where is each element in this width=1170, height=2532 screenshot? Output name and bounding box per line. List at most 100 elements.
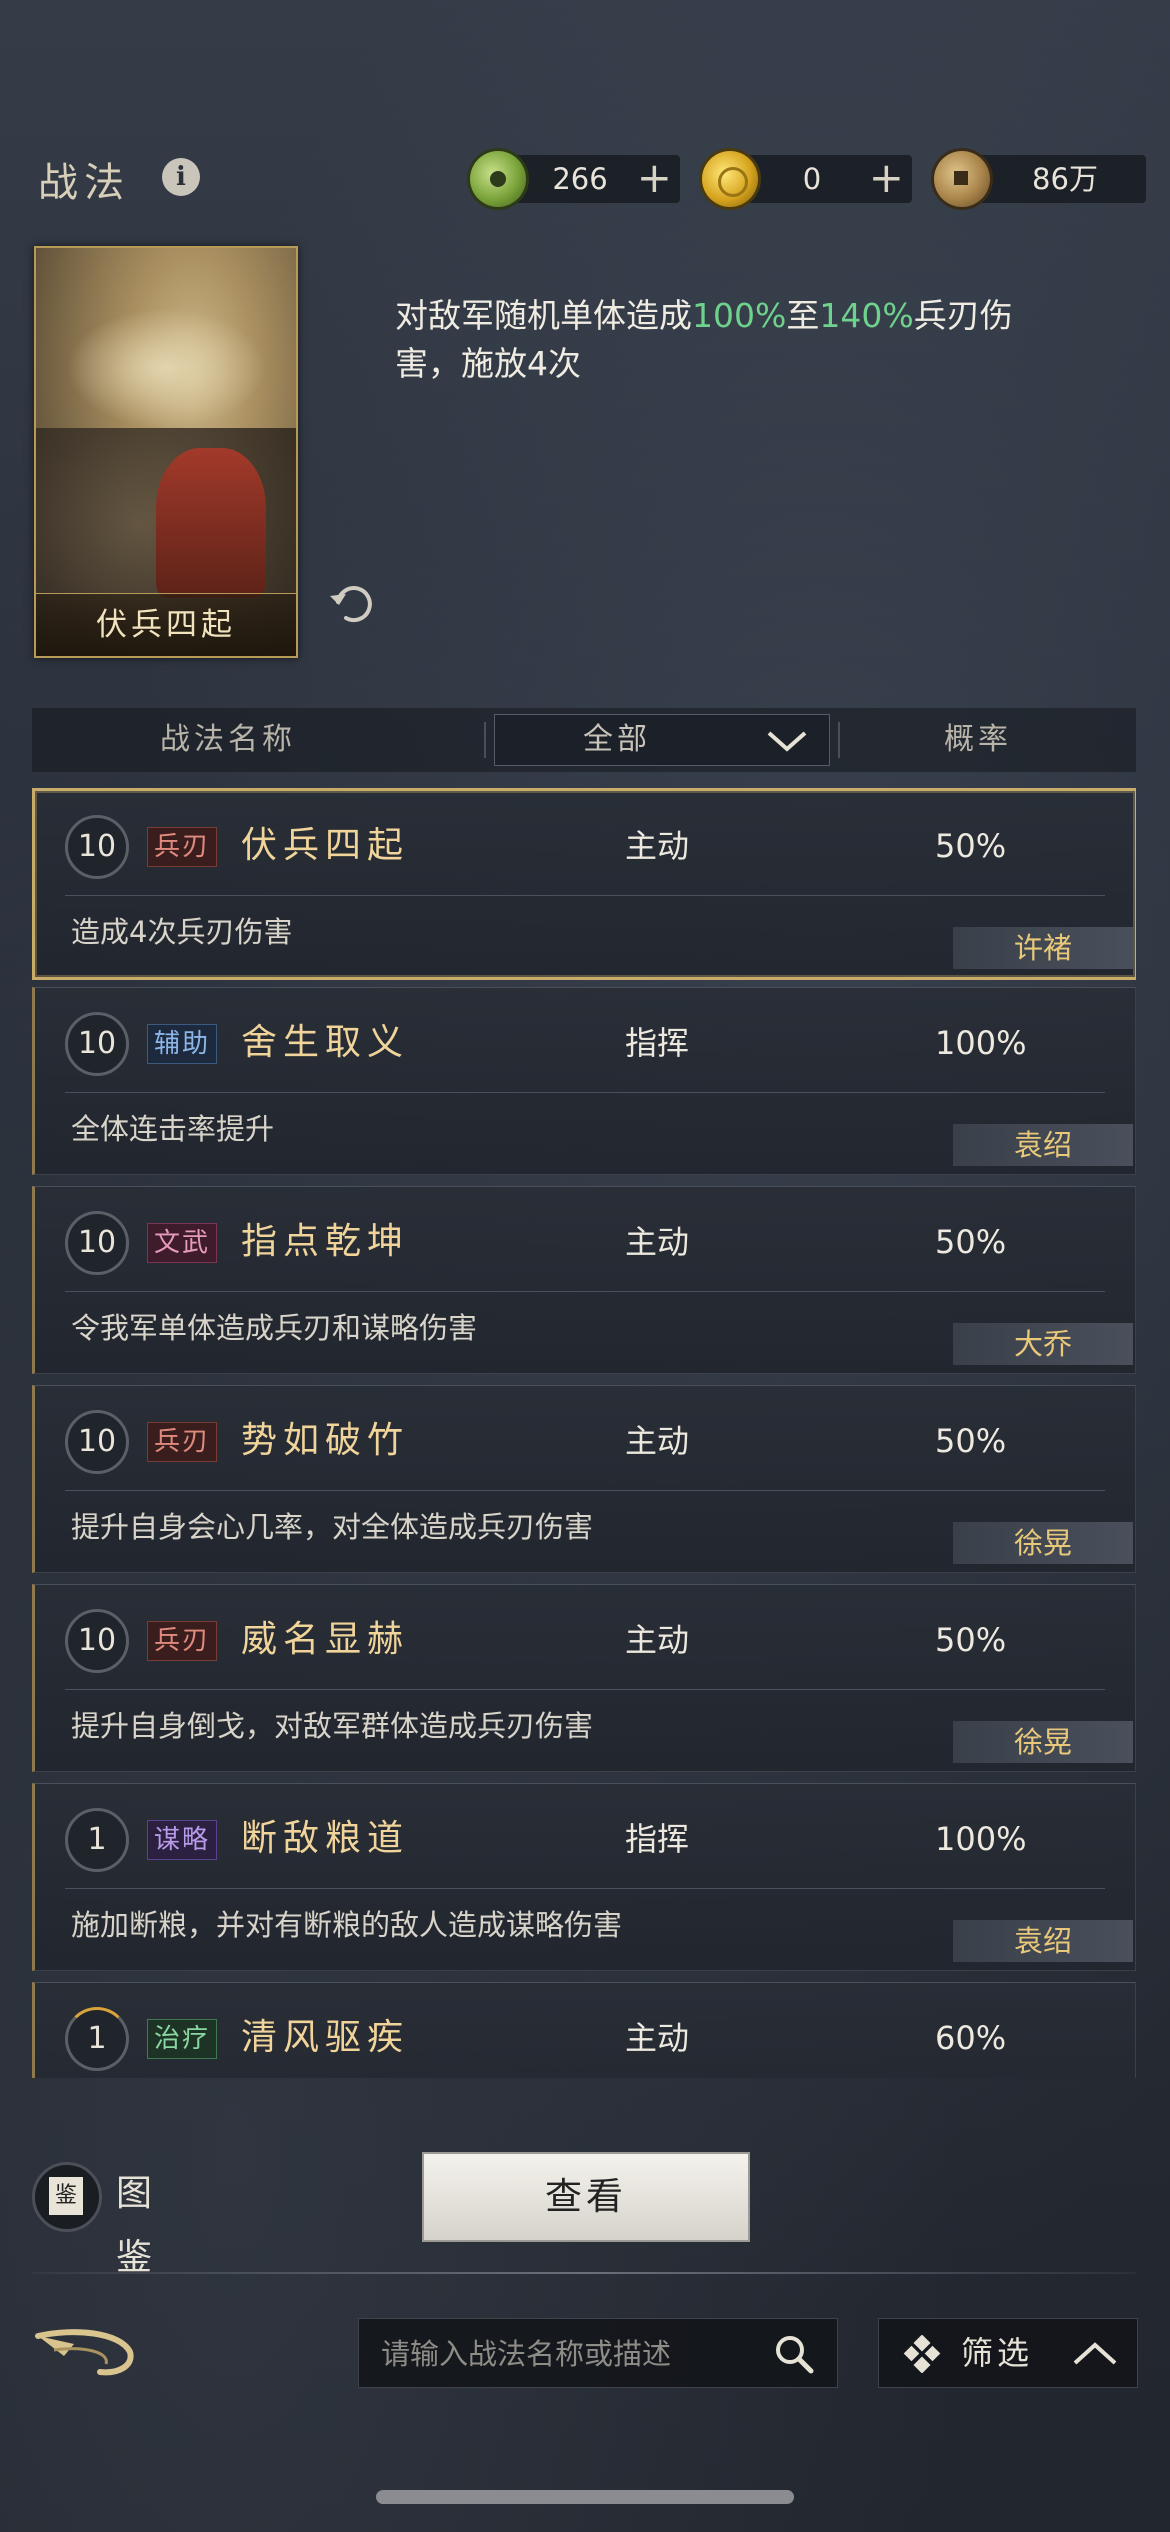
skill-category-tag: 谋略: [147, 1820, 218, 1860]
skill-row[interactable]: 10 兵刃 威名显赫 主动 50% 提升自身倒戈，对敌军群体造成兵刃伤害 徐晃: [32, 1584, 1136, 1772]
skill-short-description: 提升自身会心几率，对全体造成兵刃伤害: [71, 1510, 594, 1544]
resource-copper: 86万: [934, 151, 1146, 207]
skill-probability: 50%: [935, 827, 1007, 865]
card-general-figure: [156, 448, 266, 598]
skill-source-hero: 袁绍: [953, 1920, 1133, 1962]
skill-level-badge: 10: [65, 1410, 129, 1474]
skill-short-description: 全体连击率提升: [71, 1112, 275, 1146]
resource-copper-value: 86万: [1032, 162, 1098, 196]
skill-probability: 100%: [935, 1024, 1027, 1062]
resource-jade-value: 266: [552, 162, 608, 196]
add-jade-button[interactable]: +: [637, 155, 672, 201]
footer-divider: [32, 2272, 1136, 2274]
back-arrow-icon[interactable]: [34, 2322, 140, 2384]
skill-category-tag: 兵刃: [147, 827, 218, 867]
page-title: 战法: [38, 160, 130, 206]
resource-jade: 266 +: [470, 151, 680, 207]
search-box: [358, 2318, 838, 2389]
skill-row[interactable]: 10 兵刃 势如破竹 主动 50% 提升自身会心几率，对全体造成兵刃伤害 徐晃: [32, 1385, 1136, 1573]
home-indicator[interactable]: [376, 2490, 794, 2504]
skill-category-tag: 兵刃: [147, 1422, 218, 1462]
row-divider: [65, 895, 1105, 896]
skill-name: 清风驱疾: [241, 2017, 410, 2058]
skill-probability: 100%: [935, 1820, 1027, 1858]
search-input[interactable]: [379, 2319, 743, 2389]
skill-row[interactable]: 1 治疗 清风驱疾 主动 60%: [32, 1982, 1136, 2078]
skill-row[interactable]: 10 兵刃 伏兵四起 主动 50% 造成4次兵刃伤害 许褚: [32, 788, 1136, 980]
skill-short-description: 提升自身倒戈，对敌军群体造成兵刃伤害: [71, 1709, 594, 1743]
skill-name: 指点乾坤: [241, 1221, 410, 1262]
desc-part: 对敌军随机单体造成: [395, 296, 692, 335]
skill-card-name: 伏兵四起: [36, 593, 296, 656]
row-divider: [65, 1888, 1105, 1889]
skill-type: 主动: [625, 1422, 690, 1460]
skill-source-hero: 大乔: [953, 1323, 1133, 1365]
codex-label: 图鉴: [116, 2173, 161, 2278]
skill-category-tag: 兵刃: [147, 1621, 218, 1661]
reset-icon[interactable]: [326, 578, 378, 630]
skill-row[interactable]: 1 谋略 断敌粮道 指挥 100% 施加断粮，并对有断粮的敌人造成谋略伤害 袁绍: [32, 1783, 1136, 1971]
info-icon[interactable]: i: [162, 158, 200, 196]
desc-part-highlight: 140%: [819, 296, 914, 335]
skill-list[interactable]: 10 兵刃 伏兵四起 主动 50% 造成4次兵刃伤害 许褚 10 辅助 舍生取义 指挥 100% 全体连…: [32, 788, 1136, 2078]
chevron-down-icon: [767, 731, 807, 752]
header-divider: [484, 722, 486, 758]
desc-part-highlight: 100%: [692, 296, 787, 335]
search-icon[interactable]: [773, 2333, 815, 2375]
skill-short-description: 令我军单体造成兵刃和谋略伤害: [71, 1311, 478, 1345]
skill-source-hero: 许褚: [953, 927, 1133, 969]
filter-label: 筛选: [961, 2334, 1034, 2372]
skill-name: 舍生取义: [241, 1022, 410, 1063]
skill-level-badge: 10: [65, 1609, 129, 1673]
codex-icon: 鉴: [32, 2162, 102, 2232]
skill-short-description: 施加断粮，并对有断粮的敌人造成谋略伤害: [71, 1908, 623, 1942]
skill-card: 伏兵四起: [34, 246, 298, 658]
view-button[interactable]: 查看: [422, 2152, 750, 2242]
filter-diamonds-icon: [903, 2335, 941, 2373]
skill-probability: 60%: [935, 2019, 1007, 2057]
header-divider: [838, 722, 840, 758]
skill-short-description: 造成4次兵刃伤害: [71, 915, 293, 949]
skill-probability: 50%: [935, 1223, 1007, 1261]
skill-row[interactable]: 10 辅助 舍生取义 指挥 100% 全体连击率提升 袁绍: [32, 987, 1136, 1175]
skill-level-badge: 10: [65, 1012, 129, 1076]
skill-name: 伏兵四起: [241, 825, 410, 866]
add-gold-button[interactable]: +: [869, 155, 904, 201]
category-filter-dropdown[interactable]: 全部: [494, 714, 830, 766]
chevron-up-icon: [1073, 2342, 1117, 2365]
skill-name: 断敌粮道: [241, 1818, 410, 1859]
skill-source-hero: 袁绍: [953, 1124, 1133, 1166]
copper-coin-icon: [934, 151, 990, 207]
category-filter-value: 全部: [583, 722, 651, 757]
filter-button[interactable]: 筛选: [878, 2318, 1138, 2388]
skill-type: 指挥: [625, 1024, 690, 1062]
skill-probability: 50%: [935, 1621, 1007, 1659]
skill-type: 指挥: [625, 1820, 690, 1858]
skill-source-hero: 徐晃: [953, 1721, 1133, 1763]
resource-gold: 0 +: [702, 151, 912, 207]
skill-type: 主动: [625, 1621, 690, 1659]
gold-coin-icon: [702, 151, 758, 207]
skill-row[interactable]: 10 文武 指点乾坤 主动 50% 令我军单体造成兵刃和谋略伤害 大乔: [32, 1186, 1136, 1374]
skill-name: 势如破竹: [241, 1420, 410, 1461]
skill-category-tag: 治疗: [147, 2019, 218, 2059]
probability-column-header: 概率: [944, 722, 1012, 757]
skill-level-badge: 1: [65, 2007, 129, 2071]
card-sky: [66, 308, 266, 428]
skill-type: 主动: [625, 2019, 690, 2057]
row-divider: [65, 1689, 1105, 1690]
skill-category-tag: 文武: [147, 1223, 218, 1263]
skill-description: 对敌军随机单体造成100%至140%兵刃伤害，施放4次: [395, 292, 1035, 388]
resource-gold-value: 0: [802, 162, 822, 196]
jade-coin-icon: [470, 151, 526, 207]
row-divider: [65, 1092, 1105, 1093]
skill-table-header: 战法名称 全部 概率: [32, 708, 1136, 772]
skill-category-tag: 辅助: [147, 1024, 218, 1064]
desc-part: 至: [786, 296, 820, 335]
skill-type: 主动: [625, 827, 690, 865]
skill-level-badge: 10: [65, 1211, 129, 1275]
name-column-header: 战法名称: [160, 722, 296, 757]
row-divider: [65, 1490, 1105, 1491]
skill-level-badge: 1: [65, 1808, 129, 1872]
skill-source-hero: 徐晃: [953, 1522, 1133, 1564]
